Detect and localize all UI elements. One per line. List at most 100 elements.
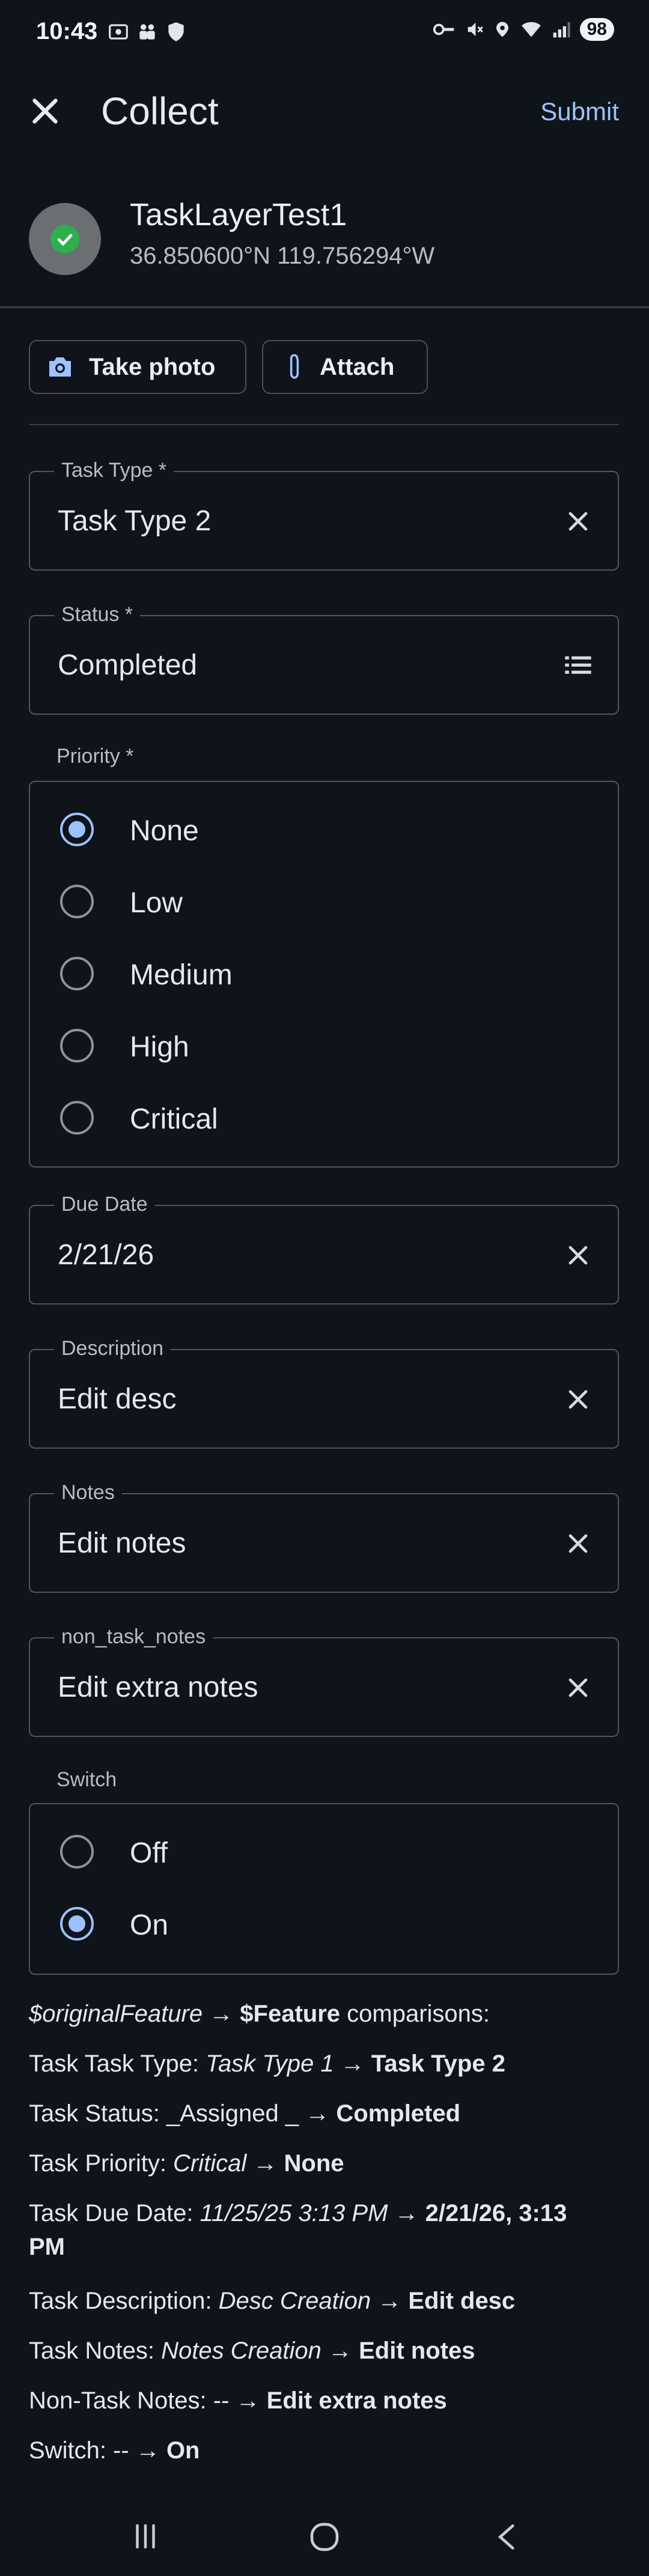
submit-button[interactable]: Submit: [540, 97, 619, 126]
comparison-new: Edit desc: [408, 2288, 516, 2314]
clear-icon[interactable]: [562, 1528, 594, 1559]
priority-option-label: Low: [130, 887, 183, 919]
attach-label: Attach: [320, 353, 395, 380]
comparison-row: Task Status: _Assigned _ → Completed: [29, 2097, 624, 2130]
switch-option-label: On: [130, 1909, 169, 1941]
take-photo-button[interactable]: Take photo: [29, 340, 246, 394]
arrow: →: [334, 2050, 371, 2077]
comparison-prefix: Task Priority:: [29, 2150, 174, 2177]
list-icon[interactable]: [562, 651, 594, 680]
notes-value: Edit notes: [58, 1527, 186, 1559]
comparison-row: Non-Task Notes: -- → Edit extra notes: [29, 2384, 624, 2417]
comparison-prefix: Task Status:: [29, 2100, 166, 2127]
radio-selected-icon: [60, 1907, 94, 1941]
arrow: →: [321, 2338, 359, 2364]
due-date-value: 2/21/26: [58, 1239, 154, 1271]
status-time: 10:43: [36, 18, 98, 44]
due-date-label: Due Date: [54, 1193, 155, 1216]
clear-icon[interactable]: [562, 1672, 594, 1703]
description-value: Edit desc: [58, 1383, 177, 1415]
switch-option-off[interactable]: Off: [29, 1820, 619, 1886]
priority-option-high[interactable]: High: [29, 1014, 619, 1080]
comparison-prefix: Task Due Date:: [29, 2200, 200, 2226]
recent-apps-icon[interactable]: [129, 2520, 162, 2553]
switch-option-on[interactable]: On: [29, 1892, 619, 1958]
arrow: →: [299, 2100, 337, 2127]
priority-option-low[interactable]: Low: [29, 870, 619, 936]
feature-coordinates: 36.850600°N 119.756294°W: [130, 243, 435, 269]
switch-option-label: Off: [130, 1837, 168, 1869]
comparison-old: Notes Creation: [161, 2338, 321, 2364]
priority-option-label: Critical: [130, 1103, 218, 1135]
close-button[interactable]: [24, 90, 66, 132]
comparison-prefix: Non-Task Notes:: [29, 2387, 213, 2414]
comparison-old: 11/25/25 3:13 PM: [200, 2200, 388, 2226]
radio-selected-icon: [60, 813, 94, 846]
arrow: →: [236, 2387, 267, 2414]
comparison-new: None: [284, 2150, 344, 2177]
non-task-notes-field[interactable]: non_task_notes Edit extra notes: [29, 1625, 619, 1737]
priority-option-label: High: [130, 1031, 189, 1063]
paperclip-icon: [290, 354, 299, 379]
arrow: →: [246, 2150, 284, 2177]
status-label: Status *: [54, 603, 141, 626]
signal-icon: [553, 22, 570, 38]
priority-option-critical[interactable]: Critical: [29, 1086, 619, 1152]
comparison-old: Task Type 1: [206, 2050, 334, 2077]
comparison-prefix: Switch:: [29, 2437, 114, 2464]
notes-label: Notes: [54, 1481, 122, 1505]
status-right-icons: 98: [432, 18, 614, 41]
comparison-old: --: [213, 2387, 236, 2414]
priority-option-label: None: [130, 815, 199, 847]
back-icon[interactable]: [490, 2520, 524, 2554]
comparison-new: Edit extra notes: [266, 2387, 447, 2414]
comparison-row: Task Priority: Critical → None: [29, 2147, 624, 2180]
wifi-icon: [521, 22, 541, 37]
task-type-label: Task Type *: [54, 459, 174, 482]
radio-icon: [60, 885, 94, 918]
comparison-new: Task Type 2: [371, 2050, 505, 2077]
close-icon: [32, 98, 58, 124]
description-field[interactable]: Description Edit desc: [29, 1337, 619, 1449]
priority-option-none[interactable]: None: [29, 798, 619, 864]
check-icon: [50, 225, 79, 253]
due-date-field[interactable]: Due Date 2/21/26: [29, 1193, 619, 1305]
comparison-old: Critical: [173, 2150, 247, 2177]
comparison-prefix: Task Task Type:: [29, 2050, 206, 2077]
priority-option-medium[interactable]: Medium: [29, 942, 619, 1008]
priority-option-label: Medium: [130, 959, 233, 991]
camera-icon: [49, 357, 71, 377]
comparison-old: _Assigned _: [166, 2100, 299, 2127]
home-icon[interactable]: [308, 2520, 341, 2554]
notes-field[interactable]: Notes Edit notes: [29, 1481, 619, 1593]
header-divider: [0, 306, 649, 308]
feature-avatar: [29, 203, 101, 275]
radio-icon: [60, 957, 94, 990]
clear-icon[interactable]: [562, 1240, 594, 1271]
clear-icon[interactable]: [562, 1384, 594, 1415]
mute-icon: [468, 22, 483, 37]
actions-divider: [29, 424, 619, 425]
status-bar: 10:43 98: [0, 0, 649, 66]
description-label: Description: [54, 1337, 171, 1360]
location-icon: [496, 22, 508, 37]
radio-icon: [60, 1101, 94, 1135]
status-field[interactable]: Status * Completed: [29, 603, 619, 715]
system-navigation-bar: [0, 2499, 649, 2576]
vpn-key-icon: [433, 23, 454, 35]
task-type-value: Task Type 2: [58, 505, 212, 537]
status-value: Completed: [58, 649, 198, 681]
feature-name: TaskLayerTest1: [130, 198, 347, 232]
comparison-row: Task Task Type: Task Type 1 → Task Type …: [29, 2047, 624, 2080]
users-icon: [139, 24, 155, 40]
switch-label: Switch: [56, 1768, 117, 1791]
clear-icon[interactable]: [562, 506, 594, 537]
comparison-new: On: [166, 2437, 200, 2464]
comparison-heading-rest: comparisons:: [340, 2001, 490, 2027]
comparison-new: Completed: [336, 2100, 461, 2127]
task-type-field[interactable]: Task Type * Task Type 2: [29, 459, 619, 571]
radio-icon: [60, 1029, 94, 1062]
page-title: Collect: [101, 89, 219, 133]
attach-button[interactable]: Attach: [262, 340, 428, 394]
comparison-row: Switch: -- → On: [29, 2434, 624, 2467]
